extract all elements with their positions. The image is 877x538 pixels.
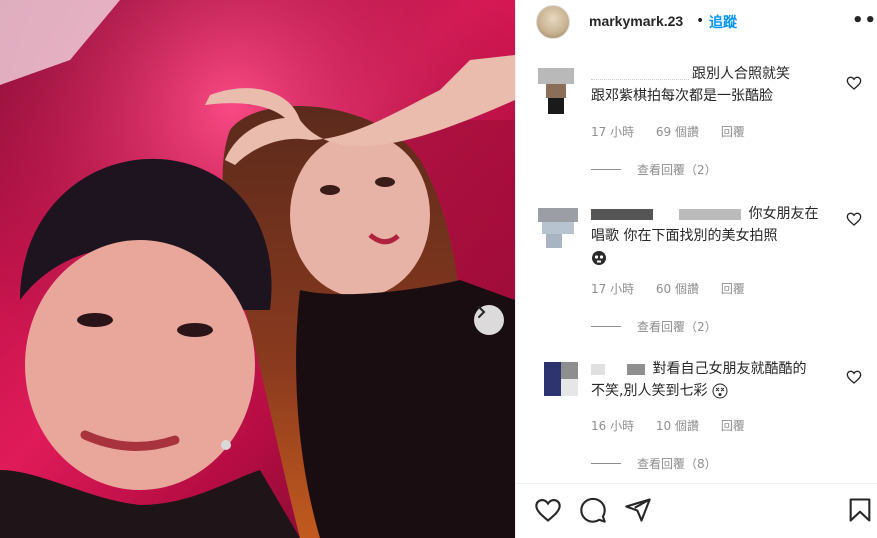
reply-button[interactable]: 回覆 bbox=[721, 125, 745, 139]
heart-icon[interactable] bbox=[846, 75, 862, 91]
comment-likes[interactable]: 69 個讚 bbox=[656, 125, 699, 139]
avatar[interactable] bbox=[536, 5, 570, 39]
comment-time: 16 小時 bbox=[591, 419, 635, 433]
share-icon[interactable] bbox=[624, 496, 652, 524]
action-bar bbox=[516, 483, 877, 538]
comment-line: 對看自己女朋友就酷酷的 bbox=[652, 361, 807, 377]
view-replies-label: 查看回覆（2） bbox=[637, 320, 717, 334]
skull-emoji-icon bbox=[592, 251, 606, 265]
comment-icon[interactable] bbox=[579, 496, 607, 524]
comment-line: 跟邓紫棋拍每次都是一张酷脸 bbox=[591, 88, 773, 104]
comment-text: 對看自己女朋友就酷酷的 不笑,別人笑到七彩 bbox=[591, 358, 836, 402]
divider-line bbox=[591, 326, 621, 327]
more-options-button[interactable]: ••• bbox=[852, 10, 877, 31]
dizzy-face-emoji-icon bbox=[712, 383, 728, 399]
chevron-right-icon bbox=[478, 306, 486, 318]
bookmark-icon[interactable] bbox=[846, 496, 874, 524]
comment-line: 不笑,別人笑到七彩 bbox=[591, 383, 708, 399]
view-replies-button[interactable]: 查看回覆（2） bbox=[591, 161, 717, 178]
separator-dot: • bbox=[696, 13, 705, 29]
view-replies-label: 查看回覆（8） bbox=[637, 457, 717, 471]
comment-meta: 16 小時 10 個讚 回覆 bbox=[591, 417, 763, 434]
comment-meta: 17 小時 60 個讚 回覆 bbox=[591, 280, 763, 297]
divider-line bbox=[591, 169, 621, 170]
comment-time: 17 小時 bbox=[591, 282, 635, 296]
view-replies-button[interactable]: 查看回覆（8） bbox=[591, 455, 717, 472]
view-replies-button[interactable]: 查看回覆（2） bbox=[591, 318, 717, 335]
comment-meta: 17 小時 69 個讚 回覆 bbox=[591, 123, 763, 140]
heart-icon[interactable] bbox=[846, 369, 862, 385]
comment-time: 17 小時 bbox=[591, 125, 635, 139]
comment-avatar[interactable] bbox=[538, 68, 574, 118]
selfie-image bbox=[0, 0, 515, 538]
carousel-next-button[interactable] bbox=[474, 305, 504, 335]
post-photo bbox=[0, 0, 515, 538]
divider-line bbox=[591, 463, 621, 464]
reply-button[interactable]: 回覆 bbox=[721, 419, 745, 433]
username-link[interactable]: markymark.23 bbox=[589, 13, 683, 29]
comment-likes[interactable]: 10 個讚 bbox=[656, 419, 699, 433]
view-replies-label: 查看回覆（2） bbox=[637, 163, 717, 177]
comment-line: 你女朋友在 bbox=[748, 206, 819, 222]
heart-icon[interactable] bbox=[534, 496, 562, 524]
post-side-panel: markymark.23 • 追蹤 ••• 跟別人合照就笑 跟邓紫棋拍每次都是一… bbox=[515, 0, 877, 538]
comment-text: 你女朋友在 唱歌 你在下面找別的美女拍照 bbox=[591, 203, 836, 269]
comment-line: 跟別人合照就笑 bbox=[692, 66, 790, 82]
comment-line: 唱歌 你在下面找別的美女拍照 bbox=[591, 228, 778, 244]
follow-button[interactable]: 追蹤 bbox=[709, 12, 737, 32]
comment-avatar[interactable] bbox=[538, 208, 578, 248]
heart-icon[interactable] bbox=[846, 211, 862, 227]
comment-text: 跟別人合照就笑 跟邓紫棋拍每次都是一张酷脸 bbox=[591, 63, 836, 107]
comment-likes[interactable]: 60 個讚 bbox=[656, 282, 699, 296]
post-header: markymark.23 • 追蹤 ••• bbox=[516, 0, 877, 46]
comment-avatar[interactable] bbox=[544, 362, 578, 396]
reply-button[interactable]: 回覆 bbox=[721, 282, 745, 296]
